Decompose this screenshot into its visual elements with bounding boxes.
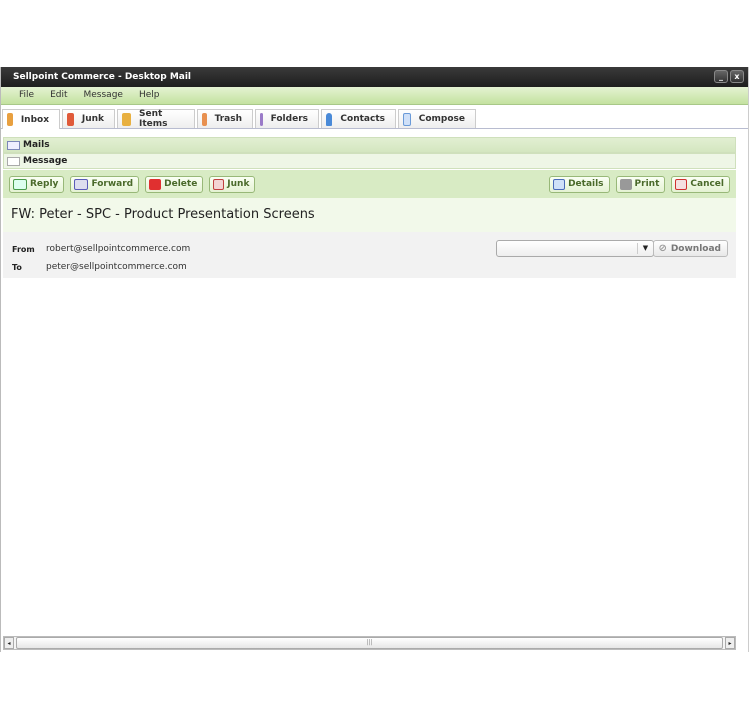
download-button[interactable]: ⊘ Download [653, 240, 728, 257]
tab-label: Compose [418, 114, 465, 124]
minimize-button[interactable]: _ [714, 70, 728, 83]
download-label: Download [670, 243, 721, 254]
junk-icon [213, 178, 225, 190]
tab-label: Contacts [340, 114, 385, 124]
title-bar: Sellpoint Commerce - Desktop Mail _ x [1, 67, 748, 87]
window-title: Sellpoint Commerce - Desktop Mail [13, 72, 192, 82]
message-header: From robert@sellpointcommerce.com To peter… [3, 232, 736, 278]
mails-envelope-icon [7, 140, 20, 150]
reply-button[interactable]: Reply [9, 175, 65, 193]
details-button[interactable]: Details [549, 175, 610, 193]
menu-help[interactable]: Help [131, 87, 168, 104]
cancel-button[interactable]: Cancel [671, 175, 730, 193]
delete-label: Delete [164, 179, 198, 189]
forward-icon [74, 178, 89, 190]
details-label: Details [568, 179, 604, 189]
tab-inbox[interactable]: Inbox [2, 109, 60, 129]
forward-label: Forward [91, 179, 134, 189]
reply-label: Reply [30, 179, 59, 189]
from-address: robert@sellpointcommerce.com [46, 244, 191, 254]
mail-window: Sellpoint Commerce - Desktop Mail _ x Fi… [0, 67, 749, 652]
horizontal-scrollbar[interactable]: ◂ ||| ▸ [3, 636, 736, 650]
menu-bar: File Edit Message Help [1, 87, 748, 105]
message-label: Message [23, 156, 68, 166]
junk-label: Junk [227, 179, 250, 189]
message-subject: FW: Peter - SPC - Product Presentation S… [3, 198, 736, 232]
details-icon [553, 178, 566, 190]
tab-trash[interactable]: Trash [197, 109, 253, 128]
message-toolbar: Reply Forward Delete Junk Details Print … [3, 170, 736, 198]
tab-junk[interactable]: Junk [62, 109, 115, 128]
menu-file[interactable]: File [11, 87, 42, 104]
tab-compose[interactable]: Compose [398, 109, 476, 128]
delete-icon [149, 178, 162, 190]
scroll-thumb[interactable]: ||| [16, 637, 723, 649]
compose-icon [403, 112, 411, 126]
contacts-icon [326, 112, 333, 126]
message-body [3, 278, 736, 636]
trash-icon [202, 112, 207, 126]
reply-icon [13, 178, 27, 190]
tab-contacts[interactable]: Contacts [321, 109, 396, 128]
mails-panel-header[interactable]: Mails [3, 137, 736, 153]
sent-items-icon [122, 112, 132, 126]
print-button[interactable]: Print [615, 175, 666, 193]
tab-label: Folders [270, 114, 308, 124]
inbox-icon [7, 113, 13, 126]
scroll-right-icon[interactable]: ▸ [725, 637, 735, 649]
tab-label: Sent Items [139, 109, 168, 129]
from-label: From [12, 244, 35, 254]
close-button[interactable]: x [730, 70, 744, 83]
message-envelope-icon [7, 156, 20, 166]
attachment-select[interactable]: ▼ [496, 240, 654, 257]
menu-message[interactable]: Message [76, 87, 131, 104]
tab-label: Junk [81, 114, 104, 124]
to-address: peter@sellpointcommerce.com [46, 262, 187, 272]
menu-edit[interactable]: Edit [42, 87, 75, 104]
delete-button[interactable]: Delete [145, 175, 204, 193]
tab-folders[interactable]: Folders [255, 109, 319, 128]
mails-label: Mails [23, 140, 50, 150]
chevron-down-icon[interactable]: ▼ [637, 243, 653, 254]
tab-bar: Inbox Junk Sent Items Trash Folders Cont… [1, 109, 748, 129]
junk-icon [67, 112, 74, 126]
print-icon [619, 178, 632, 190]
message-panel-header[interactable]: Message [3, 153, 736, 169]
tab-label: Inbox [20, 114, 49, 125]
cancel-icon [675, 178, 688, 190]
tab-sent-items[interactable]: Sent Items [117, 109, 195, 129]
scroll-left-icon[interactable]: ◂ [4, 637, 14, 649]
forward-button[interactable]: Forward [70, 175, 140, 193]
folders-icon [260, 112, 263, 126]
print-label: Print [634, 179, 660, 189]
paperclip-icon: ⊘ [658, 243, 667, 254]
tab-label: Trash [214, 114, 242, 124]
to-label: To [12, 262, 22, 272]
cancel-label: Cancel [690, 179, 724, 189]
junk-button[interactable]: Junk [209, 175, 256, 193]
